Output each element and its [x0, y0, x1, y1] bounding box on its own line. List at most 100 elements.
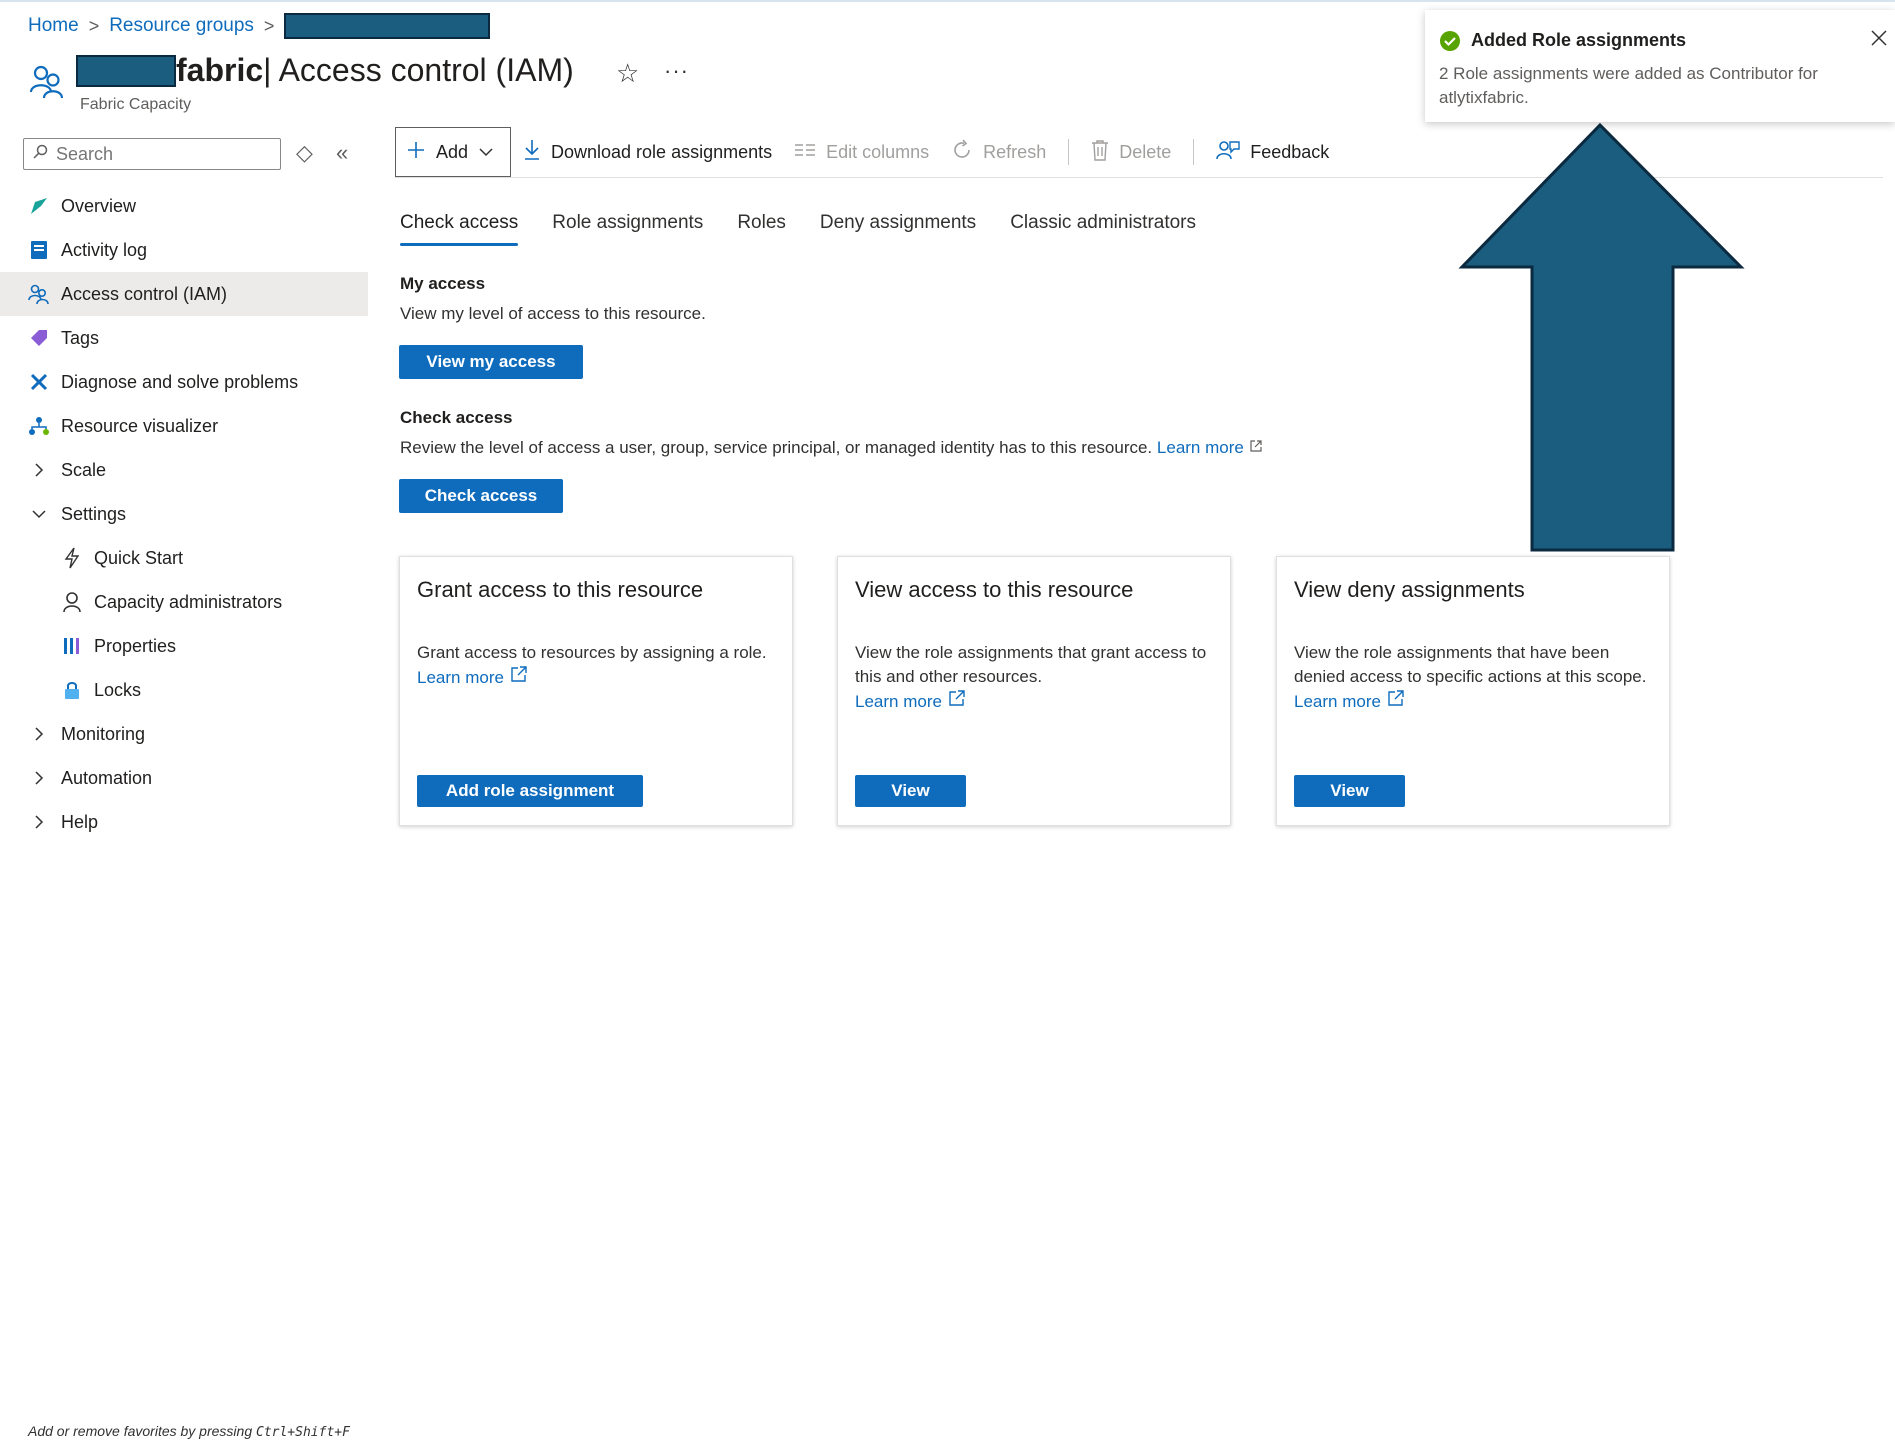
- sidebar-item-resource-visualizer[interactable]: Resource visualizer: [0, 404, 368, 448]
- check-access-heading: Check access: [400, 408, 513, 427]
- view-access-button[interactable]: View: [855, 775, 966, 807]
- expand-collapse-icon[interactable]: ◇: [296, 140, 313, 166]
- card-description: View the role assignments that have been…: [1294, 641, 1654, 714]
- collapse-sidebar-icon[interactable]: «: [336, 140, 348, 166]
- sidebar-search[interactable]: [23, 138, 281, 170]
- sidebar-item-label: Settings: [61, 504, 127, 524]
- refresh-button[interactable]: Refresh: [951, 138, 1046, 166]
- breadcrumb-home[interactable]: Home: [28, 15, 79, 37]
- more-options-button[interactable]: ···: [664, 58, 689, 84]
- tab-roles[interactable]: Roles: [737, 212, 786, 246]
- feedback-label: Feedback: [1250, 141, 1330, 162]
- grant-access-card: Grant access to this resource Grant acce…: [399, 556, 793, 826]
- feedback-icon: [1216, 139, 1240, 166]
- search-input[interactable]: [56, 143, 256, 165]
- learn-more-label: Learn more: [1156, 438, 1244, 457]
- view-my-access-button[interactable]: View my access: [399, 345, 583, 379]
- sidebar-item-label: Locks: [94, 680, 142, 700]
- close-icon[interactable]: [1867, 26, 1891, 50]
- card-description-text: View the role assignments that grant acc…: [855, 643, 1207, 686]
- notification-toast: Added Role assignments 2 Role assignment…: [1425, 10, 1895, 122]
- card-title: Grant access to this resource: [417, 577, 704, 602]
- sidebar-item-activity-log[interactable]: Activity log: [0, 228, 368, 272]
- activity-log-icon: [28, 239, 50, 261]
- sidebar-item-help[interactable]: Help: [0, 800, 368, 844]
- chevron-right-icon: [28, 767, 50, 789]
- add-button[interactable]: Add: [395, 127, 511, 177]
- chevron-right-icon: [28, 723, 50, 745]
- tab-role-assignments[interactable]: Role assignments: [552, 212, 703, 246]
- sidebar-item-label: Properties: [94, 636, 177, 656]
- feedback-button[interactable]: Feedback: [1216, 139, 1329, 166]
- sidebar-item-overview[interactable]: Overview: [0, 184, 368, 228]
- check-access-description: Review the level of access a user, group…: [400, 438, 1263, 458]
- delete-button[interactable]: Delete: [1091, 139, 1171, 166]
- trash-icon: [1091, 139, 1109, 166]
- view-deny-assignments-button[interactable]: View: [1294, 775, 1405, 807]
- edit-columns-label: Edit columns: [826, 141, 930, 162]
- sidebar-item-label: Access control (IAM): [61, 284, 228, 304]
- breadcrumb-resource-groups[interactable]: Resource groups: [109, 15, 254, 37]
- toolbar-divider: [1193, 139, 1195, 165]
- check-access-button[interactable]: Check access: [399, 479, 563, 513]
- add-role-assignment-button[interactable]: Add role assignment: [417, 775, 643, 807]
- sidebar-item-monitoring[interactable]: Monitoring: [0, 712, 368, 756]
- card-learn-more-link[interactable]: Learn more: [1294, 689, 1405, 714]
- my-access-description: View my level of access to this resource…: [400, 304, 706, 323]
- card-description-text: Grant access to resources by assigning a…: [417, 643, 767, 662]
- command-bar: Add Download role assignments Edit colum…: [395, 127, 1329, 177]
- sidebar-item-scale[interactable]: Scale: [0, 448, 368, 492]
- sidebar-item-label: Scale: [61, 460, 107, 480]
- delete-label: Delete: [1119, 141, 1172, 162]
- learn-more-label: Learn more: [855, 691, 942, 711]
- card-description-text: View the role assignments that have been…: [1294, 643, 1647, 686]
- sidebar-item-automation[interactable]: Automation: [0, 756, 368, 800]
- add-button-label: Add: [436, 141, 469, 162]
- sidebar-item-label: Overview: [61, 196, 137, 216]
- external-link-icon: [510, 665, 528, 690]
- tab-classic-administrators[interactable]: Classic administrators: [1010, 212, 1196, 246]
- tab-check-access[interactable]: Check access: [400, 212, 519, 246]
- sidebar-item-diagnose[interactable]: Diagnose and solve problems: [0, 360, 368, 404]
- success-check-icon: [1439, 30, 1461, 52]
- sidebar-item-label: Resource visualizer: [61, 416, 219, 436]
- check-access-learn-more-link[interactable]: Learn more: [1157, 438, 1263, 457]
- card-title: View access to this resource: [855, 577, 1134, 602]
- sidebar-item-label: Help: [61, 812, 99, 832]
- sidebar-item-label: Diagnose and solve problems: [61, 372, 299, 392]
- properties-icon: [61, 635, 83, 657]
- search-icon: [32, 144, 48, 165]
- sidebar-item-tags[interactable]: Tags: [0, 316, 368, 360]
- learn-more-label: Learn more: [417, 667, 504, 687]
- download-role-assignments-button[interactable]: Download role assignments: [523, 139, 772, 166]
- sidebar-item-quick-start[interactable]: Quick Start: [0, 536, 368, 580]
- sidebar-item-properties[interactable]: Properties: [0, 624, 368, 668]
- external-link-icon: [1249, 438, 1263, 457]
- refresh-icon: [951, 138, 973, 166]
- iam-icon: [28, 283, 50, 305]
- annotation-arrow: [1455, 120, 1745, 557]
- edit-columns-button[interactable]: Edit columns: [794, 142, 929, 163]
- sidebar-nav: Overview Activity log Access control (IA…: [0, 184, 368, 844]
- page-title: fabric | Access control (IAM): [76, 52, 574, 89]
- hierarchy-icon: [28, 415, 50, 437]
- sidebar-item-capacity-administrators[interactable]: Capacity administrators: [0, 580, 368, 624]
- sidebar-item-access-control[interactable]: Access control (IAM): [0, 272, 368, 316]
- notification-message: 2 Role assignments were added as Contrib…: [1439, 64, 1818, 107]
- card-description: View the role assignments that grant acc…: [855, 641, 1215, 714]
- sidebar-item-locks[interactable]: Locks: [0, 668, 368, 712]
- card-learn-more-link[interactable]: Learn more: [855, 689, 966, 714]
- tab-deny-assignments[interactable]: Deny assignments: [820, 212, 976, 246]
- columns-icon: [794, 142, 816, 163]
- chevron-right-icon: [28, 811, 50, 833]
- sidebar-item-label: Quick Start: [94, 548, 184, 568]
- sidebar-item-settings[interactable]: Settings: [0, 492, 368, 536]
- wrench-icon: [28, 371, 50, 393]
- sidebar-item-label: Monitoring: [61, 724, 146, 744]
- chevron-right-icon: [28, 459, 50, 481]
- breadcrumb: Home > Resource groups >: [28, 12, 491, 40]
- favorite-star-icon[interactable]: ☆: [616, 58, 639, 89]
- redacted-resource-group[interactable]: [284, 13, 491, 39]
- card-learn-more-link[interactable]: Learn more: [417, 665, 528, 690]
- plus-icon: [406, 140, 426, 165]
